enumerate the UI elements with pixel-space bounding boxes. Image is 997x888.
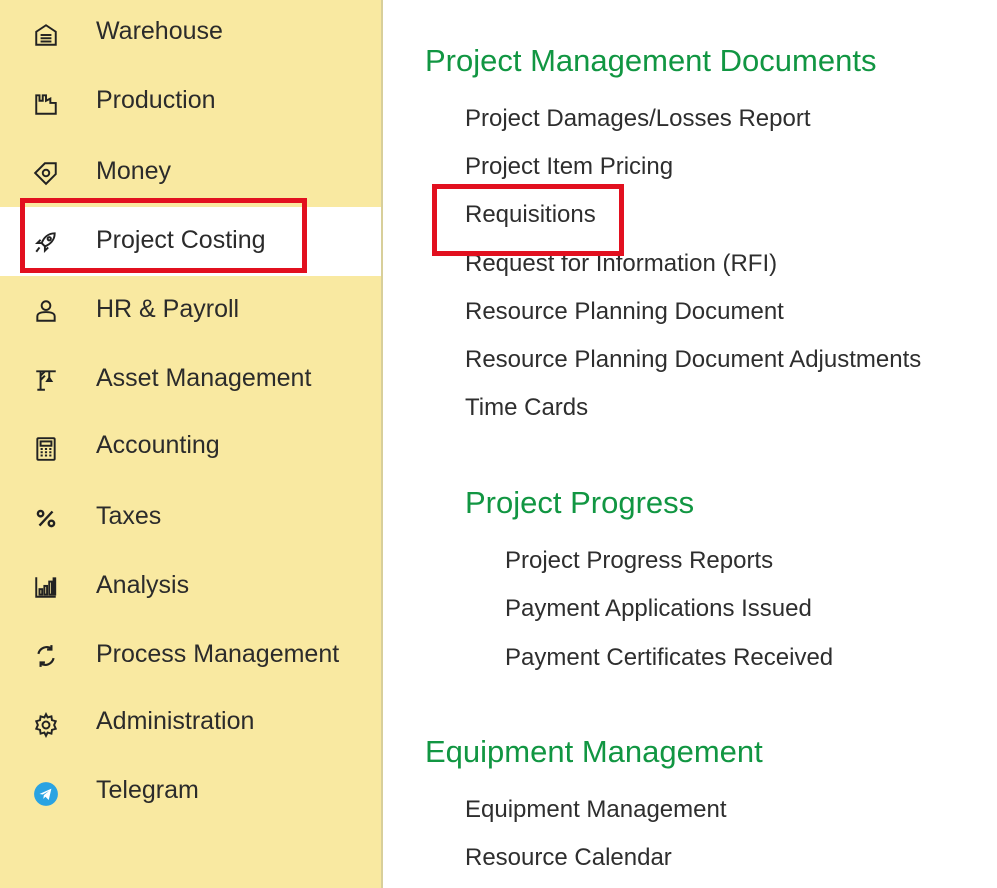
sidebar-item-taxes[interactable]: Taxes [0, 483, 381, 552]
sidebar-item-label: Money [96, 157, 172, 185]
link-resource-calendar[interactable]: Resource Calendar [465, 844, 672, 872]
link-project-item-pricing[interactable]: Project Item Pricing [465, 153, 673, 181]
sidebar-item-label: Production [96, 86, 216, 114]
sidebar-item-administration[interactable]: Administration [0, 690, 381, 759]
sidebar-item-telegram[interactable]: Telegram [0, 759, 381, 828]
highlight-box [432, 184, 624, 256]
section-title-equipment-management: Equipment Management [425, 734, 763, 769]
link-damages-losses-report[interactable]: Project Damages/Losses Report [465, 105, 811, 133]
link-payment-applications-issued[interactable]: Payment Applications Issued [505, 595, 812, 623]
sidebar-item-label: Analysis [96, 571, 190, 599]
sidebar-item-production[interactable]: Production [0, 69, 381, 138]
calculator-icon [32, 435, 60, 463]
sidebar-item-label: Warehouse [96, 17, 223, 45]
sidebar-item-label: Asset Management [96, 364, 312, 392]
sidebar-item-label: HR & Payroll [96, 295, 240, 323]
sidebar-item-accounting[interactable]: Accounting [0, 414, 381, 483]
link-resource-planning-adjustments[interactable]: Resource Planning Document Adjustments [465, 346, 921, 374]
bar-chart-icon [32, 573, 60, 601]
sidebar-item-hr-payroll[interactable]: HR & Payroll [0, 276, 381, 345]
section-title-project-progress: Project Progress [465, 485, 695, 520]
sidebar-item-warehouse[interactable]: Warehouse [0, 0, 381, 69]
link-payment-certificates-received[interactable]: Payment Certificates Received [505, 644, 833, 672]
sidebar-item-asset-management[interactable]: Asset Management [0, 345, 381, 414]
percent-icon [32, 504, 60, 532]
section-title-pm-documents: Project Management Documents [425, 43, 877, 78]
person-icon [32, 297, 60, 325]
sidebar-item-process-management[interactable]: Process Management [0, 621, 381, 690]
link-equipment-management[interactable]: Equipment Management [465, 796, 727, 824]
sidebar-item-label: Taxes [96, 502, 162, 530]
crane-icon [32, 366, 60, 394]
link-time-cards[interactable]: Time Cards [465, 394, 588, 422]
warehouse-icon [32, 21, 60, 49]
link-resource-planning-document[interactable]: Resource Planning Document [465, 298, 784, 326]
sidebar-item-analysis[interactable]: Analysis [0, 552, 381, 621]
sidebar-item-money[interactable]: Money [0, 138, 381, 207]
money-icon [32, 159, 60, 187]
telegram-icon [32, 780, 60, 808]
highlight-box [20, 198, 307, 273]
sidebar-item-label: Telegram [96, 776, 199, 804]
sidebar: Warehouse Production Money Project Costi… [0, 0, 383, 888]
sidebar-item-label: Administration [96, 707, 255, 735]
main-content: Project Management Documents Project Dam… [383, 0, 997, 888]
refresh-icon [32, 642, 60, 670]
production-icon [32, 90, 60, 118]
gear-icon [32, 711, 60, 739]
sidebar-item-label: Accounting [96, 431, 220, 459]
link-project-progress-reports[interactable]: Project Progress Reports [505, 547, 773, 575]
sidebar-item-label: Process Management [96, 640, 340, 668]
